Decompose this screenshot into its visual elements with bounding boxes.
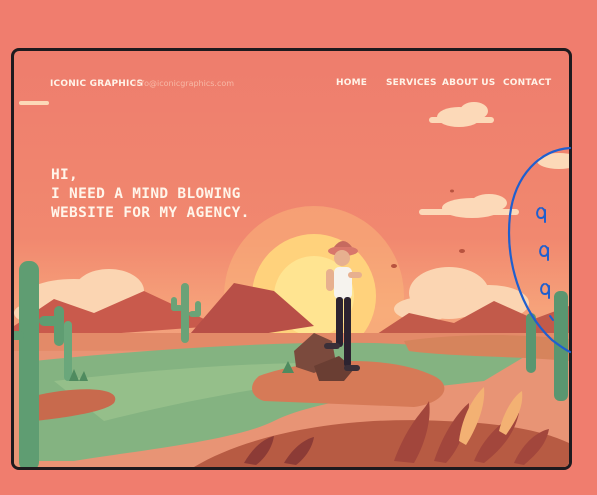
site-navbar: ICONIC GRAPHICS info@iconicgraphics.com … (14, 51, 569, 115)
header-email[interactable]: info@iconicgraphics.com (134, 79, 234, 88)
hero-line-3: WEBSITE FOR MY AGENCY. (51, 205, 250, 221)
nav-link-about[interactable]: ABOUT US (442, 78, 495, 88)
cactus-small-left (64, 321, 72, 381)
hero-heading: HI, I NEED A MIND BLOWING WEBSITE FOR MY… (51, 166, 250, 223)
cloud-mid (419, 194, 519, 218)
nav-link-home[interactable]: HOME (336, 78, 367, 88)
cloud-small-right (537, 153, 569, 169)
hero-line-1: HI, (51, 167, 79, 183)
nav-link-contact[interactable]: CONTACT (503, 78, 551, 88)
nav-link-services[interactable]: SERVICES (386, 78, 437, 88)
hero-line-2: I NEED A MIND BLOWING (51, 186, 241, 202)
brand-logo[interactable]: ICONIC GRAPHICS (50, 79, 143, 89)
website-mockup-frame: ICONIC GRAPHICS info@iconicgraphics.com … (11, 48, 572, 470)
